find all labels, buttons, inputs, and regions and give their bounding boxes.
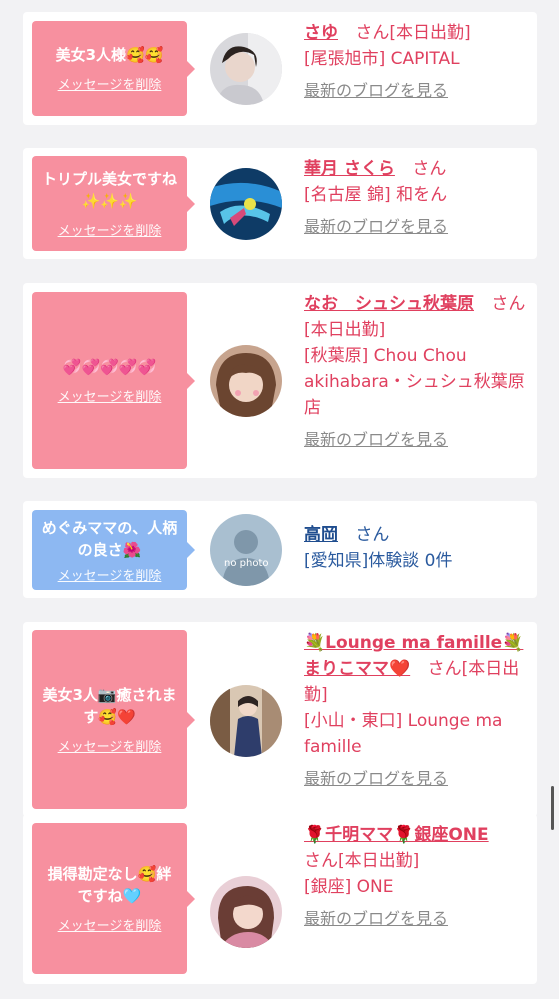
message-bubble: トリプル美女ですね✨✨✨ メッセージを削除 bbox=[32, 156, 195, 251]
message-card: 美女3人様🥰🥰 メッセージを削除 さゆ さん[本日出勤] [尾張旭市] CAPI… bbox=[23, 12, 537, 125]
review-count: [愛知県]体験談 0件 bbox=[304, 551, 453, 571]
message-bubble: 美女3人様🥰🥰 メッセージを削除 bbox=[32, 21, 195, 116]
user-name-link[interactable]: さゆ bbox=[304, 23, 338, 43]
scrollbar[interactable] bbox=[551, 786, 554, 830]
message-bubble: 💞💞💞💞💞 メッセージを削除 bbox=[32, 292, 195, 469]
shop-name: [名古屋 錦] 和をん bbox=[304, 185, 448, 205]
avatar[interactable] bbox=[210, 876, 282, 948]
message-text: 美女3人📷癒されます🥰❤️ bbox=[42, 686, 177, 726]
avatar[interactable] bbox=[210, 33, 282, 105]
avatar[interactable] bbox=[210, 685, 282, 757]
attendance-status: [本日出勤] bbox=[338, 851, 420, 871]
user-name-link[interactable]: 🌹千明ママ🌹銀座ONE bbox=[304, 825, 489, 845]
user-name-link[interactable]: 高岡 bbox=[304, 525, 338, 545]
avatar[interactable]: no photo bbox=[210, 514, 282, 586]
message-card: トリプル美女ですね✨✨✨ メッセージを削除 華月 さくら さん [名古屋 錦] … bbox=[23, 148, 537, 259]
message-text: 損得勘定なし🥰絆ですね🩵 bbox=[47, 865, 172, 905]
message-card: 💞💞💞💞💞 メッセージを削除 なお シュシュ秋葉原 さん [本日出勤] [秋葉原]… bbox=[23, 283, 537, 478]
message-text: 💞💞💞💞💞 bbox=[62, 358, 157, 376]
latest-blog-link[interactable]: 最新のブログを見る bbox=[304, 906, 529, 932]
delete-message-link[interactable]: メッセージを削除 bbox=[58, 74, 162, 93]
user-info: 💐Lounge ma famille💐まりこママ❤️ さん[本日出勤] [小山・… bbox=[304, 630, 529, 792]
honorific: さん bbox=[355, 23, 390, 43]
user-info: 高岡 さん [愛知県]体験談 0件 bbox=[304, 522, 529, 574]
delete-message-link[interactable]: メッセージを削除 bbox=[58, 220, 162, 239]
user-name-link[interactable]: なお シュシュ秋葉原 bbox=[304, 294, 474, 314]
message-bubble: 損得勘定なし🥰絆ですね🩵 メッセージを削除 bbox=[32, 823, 195, 974]
message-text: 美女3人様🥰🥰 bbox=[55, 46, 164, 64]
user-info: さゆ さん[本日出勤] [尾張旭市] CAPITAL 最新のブログを見る bbox=[304, 20, 529, 104]
honorific: さん bbox=[412, 159, 447, 179]
message-bubble: 美女3人📷癒されます🥰❤️ メッセージを削除 bbox=[32, 630, 195, 809]
attendance-status: [本日出勤] bbox=[304, 320, 386, 340]
honorific: さん bbox=[491, 294, 526, 314]
no-photo-label: no photo bbox=[224, 558, 269, 569]
user-info: なお シュシュ秋葉原 さん [本日出勤] [秋葉原] Chou Chou akih… bbox=[304, 291, 529, 453]
avatar[interactable] bbox=[210, 345, 282, 417]
delete-message-link[interactable]: メッセージを削除 bbox=[58, 736, 162, 755]
message-card: 損得勘定なし🥰絆ですね🩵 メッセージを削除 🌹千明ママ🌹銀座ONE さん[本日出… bbox=[23, 814, 537, 984]
user-info: 華月 さくら さん [名古屋 錦] 和をん 最新のブログを見る bbox=[304, 156, 529, 240]
honorific: さん bbox=[304, 851, 338, 871]
delete-message-link[interactable]: メッセージを削除 bbox=[58, 565, 162, 584]
shop-name: [秋葉原] Chou Chou akihabara・シュシュ秋葉原店 bbox=[304, 346, 525, 418]
message-bubble: めぐみママの、人柄の良さ🌺 メッセージを削除 bbox=[32, 510, 195, 590]
message-text: トリプル美女ですね✨✨✨ bbox=[42, 170, 178, 210]
honorific: さん bbox=[427, 659, 462, 679]
latest-blog-link[interactable]: 最新のブログを見る bbox=[304, 427, 529, 453]
latest-blog-link[interactable]: 最新のブログを見る bbox=[304, 214, 529, 240]
shop-name: [小山・東口] Lounge ma famille bbox=[304, 711, 503, 757]
honorific: さん bbox=[355, 525, 390, 545]
shop-name: [銀座] ONE bbox=[304, 877, 394, 897]
delete-message-link[interactable]: メッセージを削除 bbox=[58, 915, 162, 934]
attendance-status: [本日出勤] bbox=[389, 23, 471, 43]
user-info: 🌹千明ママ🌹銀座ONE さん[本日出勤] [銀座] ONE 最新のブログを見る bbox=[304, 822, 529, 932]
avatar[interactable] bbox=[210, 168, 282, 240]
user-name-link[interactable]: 華月 さくら bbox=[304, 159, 395, 179]
message-text: めぐみママの、人柄の良さ🌺 bbox=[41, 518, 178, 559]
latest-blog-link[interactable]: 最新のブログを見る bbox=[304, 78, 529, 104]
message-card: 美女3人📷癒されます🥰❤️ メッセージを削除 💐Lounge ma famill… bbox=[23, 622, 537, 817]
shop-name: [尾張旭市] CAPITAL bbox=[304, 49, 460, 69]
message-card: めぐみママの、人柄の良さ🌺 メッセージを削除 no photo 高岡 さん [愛… bbox=[23, 501, 537, 598]
delete-message-link[interactable]: メッセージを削除 bbox=[58, 386, 162, 405]
latest-blog-link[interactable]: 最新のブログを見る bbox=[304, 766, 529, 792]
